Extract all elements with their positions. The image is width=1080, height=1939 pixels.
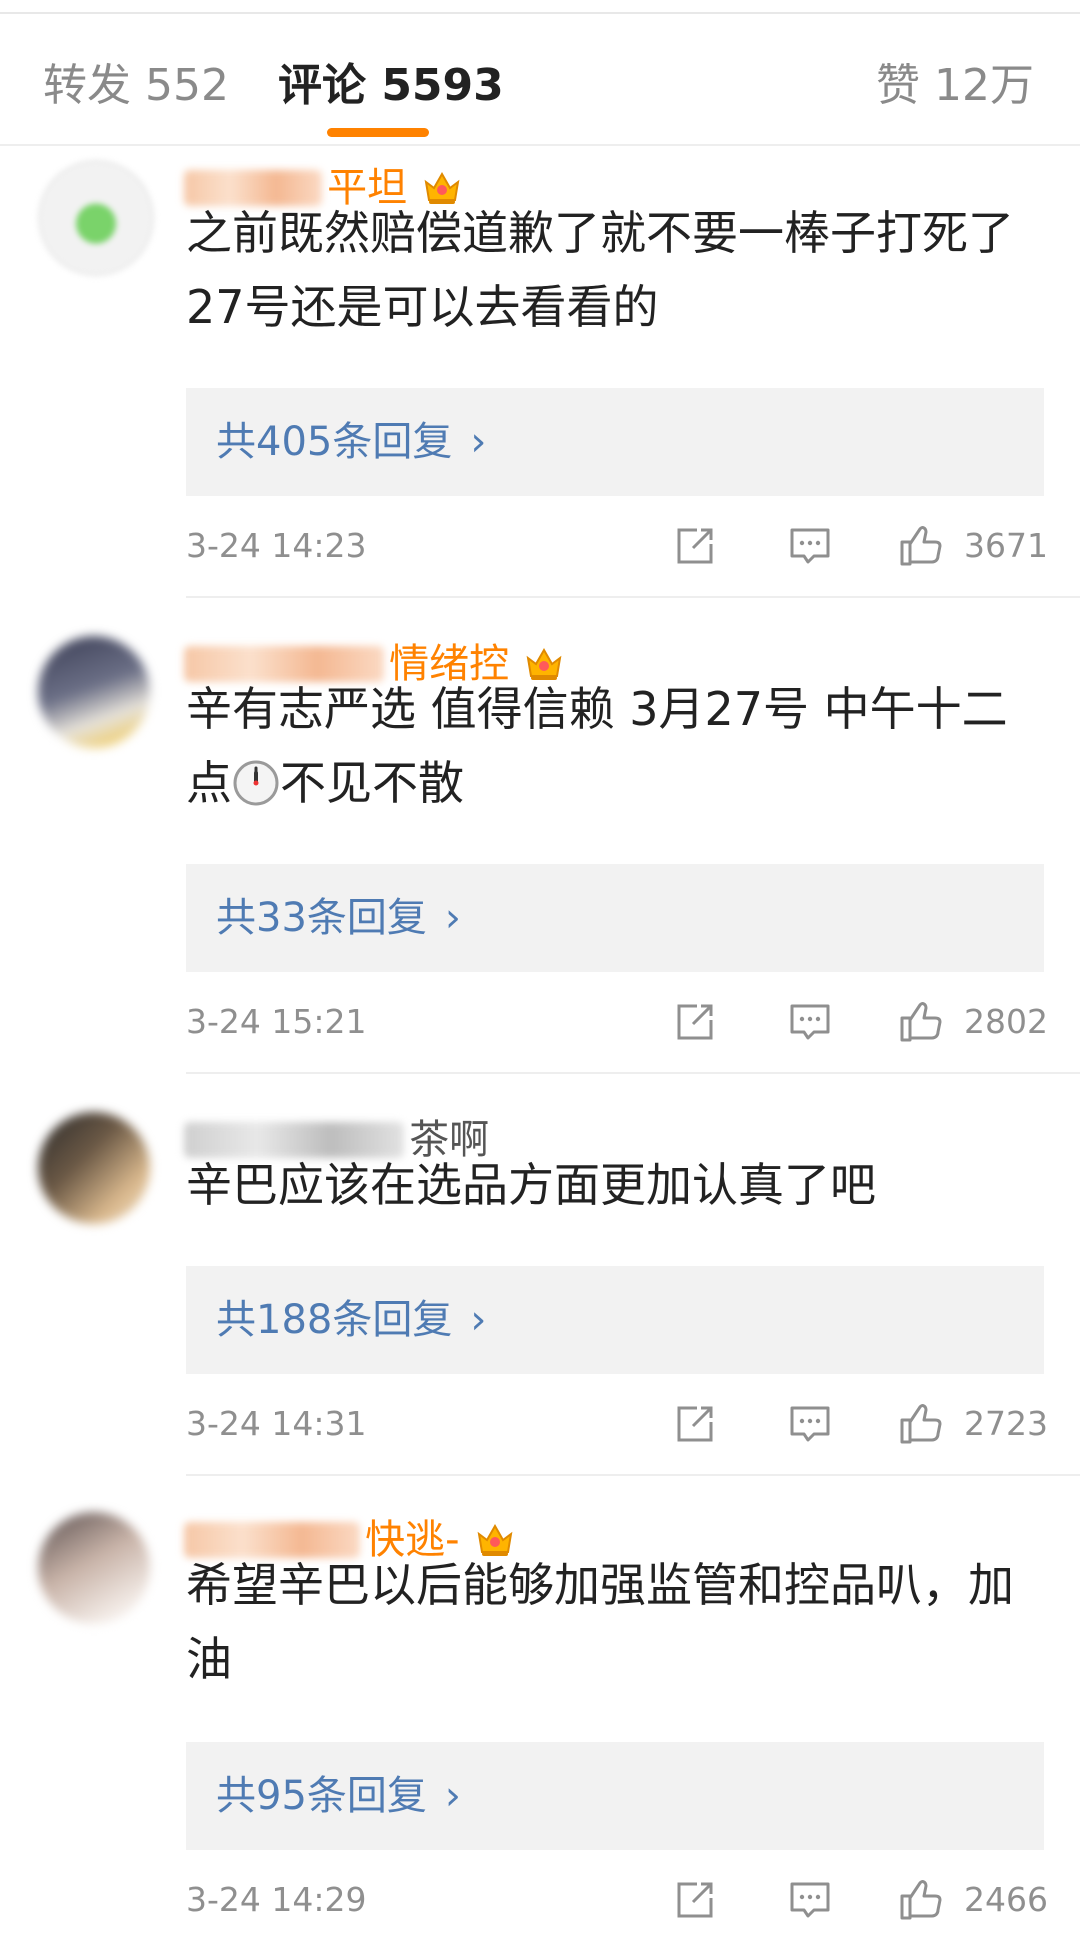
avatar[interactable]: [38, 636, 150, 748]
comment-time: 3-24 15:21: [186, 1002, 367, 1041]
like-count: 2723: [964, 1404, 1048, 1443]
share-icon[interactable]: [671, 1400, 719, 1448]
comment-meta: 3-24 15:21 2802: [186, 994, 1048, 1050]
comment-time: 3-24 14:23: [186, 526, 367, 565]
replies-count: 共33条回复: [216, 895, 427, 941]
tab-comments[interactable]: 评论 5593: [278, 58, 504, 114]
like-icon[interactable]: [896, 1876, 944, 1924]
comment-divider: [186, 1072, 1080, 1074]
like-count: 2466: [964, 1880, 1048, 1919]
comment-meta: 3-24 14:31 2723: [186, 1396, 1048, 1452]
comment-divider: [186, 1474, 1080, 1476]
chevron-right-icon: ›: [470, 1297, 487, 1343]
replies-link[interactable]: 共405条回复 ›: [186, 388, 1044, 496]
comment-icon[interactable]: [786, 998, 834, 1046]
comment-icon[interactable]: [786, 1876, 834, 1924]
tab-repost[interactable]: 转发 552: [43, 58, 229, 114]
replies-count: 共188条回复: [216, 1297, 453, 1343]
avatar[interactable]: [38, 1512, 150, 1624]
comment-text: 辛有志严选 值得信赖 3月27号 中午十二点 不见不散: [186, 672, 1046, 820]
comment-icon[interactable]: [786, 522, 834, 570]
tabs-divider: [0, 144, 1080, 146]
comment-text: 希望辛巴以后能够加强监管和控品叭，加油: [186, 1558, 1014, 1686]
weibo-comments-page: 转发 552 评论 5593 赞 12万 平坦 之前既然赔偿道歉了就不要一棒子打…: [0, 0, 1080, 1939]
like-icon[interactable]: [896, 998, 944, 1046]
replies-link[interactable]: 共188条回复 ›: [186, 1266, 1044, 1374]
replies-count: 共95条回复: [216, 1773, 427, 1819]
comment-icon[interactable]: [786, 1400, 834, 1448]
chevron-right-icon: ›: [444, 895, 461, 941]
avatar[interactable]: [38, 1112, 150, 1224]
comment-meta: 3-24 14:23 3671: [186, 518, 1048, 574]
replies-count: 共405条回复: [216, 419, 453, 465]
tab-bar: 转发 552 评论 5593 赞 12万: [0, 14, 1080, 144]
like-count: 2802: [964, 1002, 1048, 1041]
share-icon[interactable]: [671, 998, 719, 1046]
chevron-right-icon: ›: [470, 419, 487, 465]
comment-time: 3-24 14:31: [186, 1404, 367, 1443]
comment-time: 3-24 14:29: [186, 1880, 367, 1919]
comment-text-part: 不见不散: [280, 756, 464, 810]
share-icon[interactable]: [671, 1876, 719, 1924]
comment-text: 之前既然赔偿道歉了就不要一棒子打死了 27号还是可以去看看的: [186, 206, 1014, 334]
comment-divider: [186, 596, 1080, 598]
avatar[interactable]: [38, 160, 154, 276]
clock-icon: [233, 760, 279, 806]
like-icon[interactable]: [896, 522, 944, 570]
like-icon[interactable]: [896, 1400, 944, 1448]
active-tab-indicator: [327, 128, 429, 137]
like-count: 3671: [964, 526, 1048, 565]
replies-link[interactable]: 共33条回复 ›: [186, 864, 1044, 972]
comment-text: 辛巴应该在选品方面更加认真了吧: [186, 1158, 876, 1212]
share-icon[interactable]: [671, 522, 719, 570]
chevron-right-icon: ›: [444, 1773, 461, 1819]
tab-likes[interactable]: 赞 12万: [876, 58, 1034, 114]
comment-meta: 3-24 14:29 2466: [186, 1872, 1048, 1928]
replies-link[interactable]: 共95条回复 ›: [186, 1742, 1044, 1850]
